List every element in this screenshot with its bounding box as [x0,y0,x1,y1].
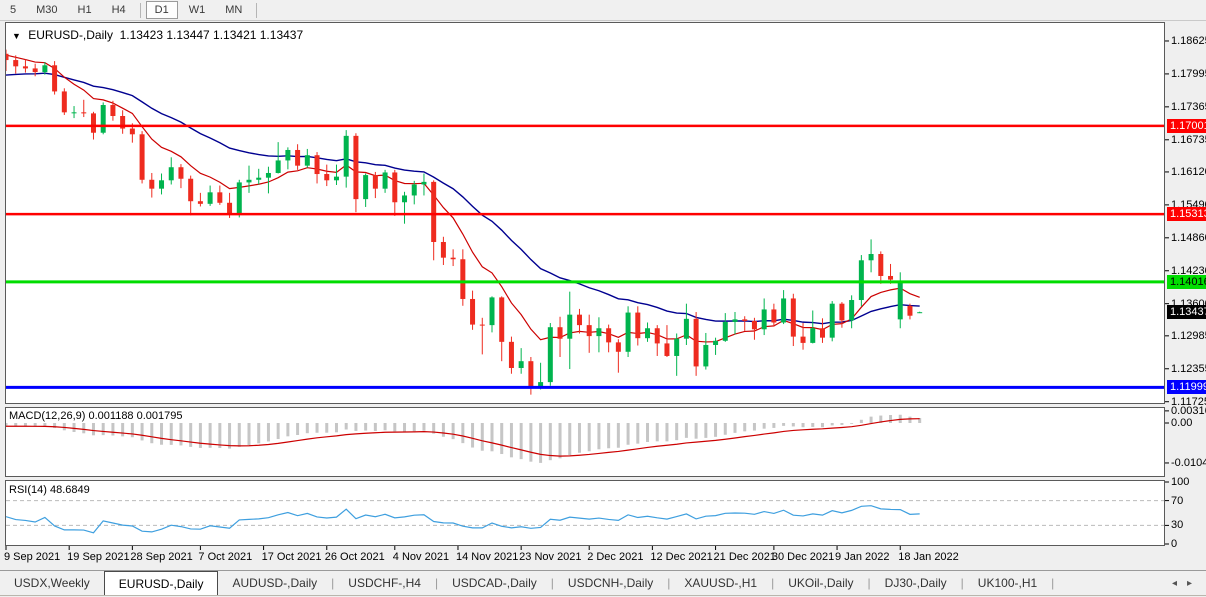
date-axis-label: 19 Sep 2021 [67,551,129,563]
price-axis-tick: 1.14860 [1171,232,1206,244]
symbol-tab-usdx[interactable]: USDX,Weekly [0,571,104,595]
date-axis-label: 30 Dec 2021 [772,551,834,563]
price-axis-tick: 1.17995 [1171,68,1206,80]
symbol-tab-usdchf[interactable]: USDCHF-,H4 [334,571,435,595]
hline-price-badge: 1.14016 [1167,275,1206,289]
symbol-tab-usdcad[interactable]: USDCAD-,Daily [438,571,551,595]
date-axis-label: 23 Nov 2021 [519,551,581,563]
date-axis-label: 2 Dec 2021 [587,551,643,563]
price-axis-tick: 1.16735 [1171,134,1206,146]
price-axis-tick: 1.12355 [1171,363,1206,375]
symbol-tab-eurusd[interactable]: EURUSD-,Daily [104,571,219,595]
rsi-axis-tick: 30 [1171,519,1183,531]
date-axis-label: 7 Oct 2021 [198,551,252,563]
macd-label: MACD(12,26,9) 0.001188 0.001795 [9,410,182,422]
chart-title: ▼ EURUSD-,Daily 1.13423 1.13447 1.13421 … [12,28,303,42]
hline-price-badge: 1.15313 [1167,207,1206,221]
date-axis-label: 9 Jan 2022 [835,551,889,563]
date-axis-label: 28 Sep 2021 [130,551,192,563]
price-axis-tick: 1.17365 [1171,101,1206,113]
tab-separator: | [1051,576,1054,590]
date-axis-label: 26 Oct 2021 [325,551,385,563]
date-axis-label: 14 Nov 2021 [456,551,518,563]
current-price-badge: 1.13437 [1167,305,1206,319]
chart-ohlc-values: 1.13423 1.13447 1.13421 1.13437 [120,28,304,42]
tabs-scroll-left-icon[interactable]: ◂ [1172,578,1177,589]
hline-price-badge: 1.17001 [1167,119,1206,133]
chevron-down-icon[interactable]: ▼ [12,31,21,41]
price-axis-tick: 1.12985 [1171,330,1206,342]
rsi-axis-tick: 70 [1171,495,1183,507]
macd-axis-tick: 0.00 [1171,417,1192,429]
symbol-tabbar: USDX,WeeklyEURUSD-,DailyAUDUSD-,Daily | US… [0,570,1206,596]
price-axis-tick: 1.16120 [1171,166,1206,178]
symbol-tab-dj30[interactable]: DJ30-,Daily [871,571,961,595]
macd-axis-tick: -0.01043 [1171,457,1206,469]
chart-symbol-label: EURUSD-,Daily [28,28,113,42]
date-axis-label: 17 Oct 2021 [262,551,322,563]
date-axis-label: 4 Nov 2021 [393,551,449,563]
date-axis-label: 9 Sep 2021 [4,551,60,563]
rsi-label: RSI(14) 48.6849 [9,484,90,496]
macd-axis-tick: 0.003165 [1171,405,1206,417]
symbol-tab-usdcnh[interactable]: USDCNH-,Daily [554,571,667,595]
symbol-tab-xauusd[interactable]: XAUUSD-,H1 [670,571,771,595]
chart-canvas[interactable] [0,0,1206,597]
symbol-tab-ukoil[interactable]: UKOil-,Daily [774,571,867,595]
tabs-scroll-right-icon[interactable]: ▸ [1187,578,1192,589]
date-axis-label: 18 Jan 2022 [898,551,959,563]
symbol-tab-audusd[interactable]: AUDUSD-,Daily [218,571,331,595]
hline-price-badge: 1.11999 [1167,380,1206,394]
price-axis-tick: 1.18625 [1171,35,1206,47]
symbol-tab-uk100[interactable]: UK100-,H1 [964,571,1051,595]
rsi-axis-tick: 0 [1171,538,1177,550]
date-axis-label: 21 Dec 2021 [714,551,776,563]
trading-terminal-window: 5M30H1H4D1W1MN ▼ EURUSD-,Daily 1.13423 1… [0,0,1206,597]
rsi-axis-tick: 100 [1171,476,1189,488]
date-axis-label: 12 Dec 2021 [650,551,712,563]
